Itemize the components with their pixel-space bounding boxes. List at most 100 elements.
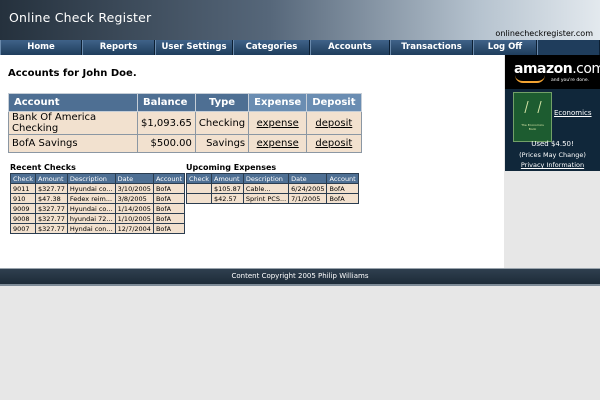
table-row: 9011 $327.77 Hyundai co... 3/10/2005 BofA: [10, 183, 186, 194]
nav-home[interactable]: Home: [0, 40, 82, 55]
col-check: Check: [10, 173, 36, 184]
table-row: $42.57 Sprint PCS... 7/1/2005 BofA: [186, 193, 359, 204]
check-account: BofA: [152, 183, 186, 194]
ad-price: Used $4.50!: [531, 140, 574, 148]
upcoming-expenses-table: Check Amount Description Date Account $1…: [186, 173, 359, 204]
col-amount: Amount: [211, 173, 244, 184]
check-account: BofA: [152, 223, 186, 234]
privacy-link[interactable]: Privacy Information: [505, 161, 600, 169]
amazon-tagline: and you're done.: [551, 78, 590, 83]
check-date: 1/14/2005: [114, 203, 154, 214]
table-row: 9009 $327.77 Hyundai co... 1/14/2005 BofA: [10, 203, 186, 214]
book-cover-icon: [524, 101, 542, 113]
nav-log-off[interactable]: Log Off: [473, 40, 537, 55]
site-title: Online Check Register: [9, 10, 152, 25]
check-description: Hyndai con...: [66, 223, 116, 234]
book-cover-image[interactable]: The Economics Book: [513, 92, 552, 142]
col-expense: Expense: [248, 93, 308, 112]
nav-categories[interactable]: Categories: [233, 40, 310, 55]
expense-link[interactable]: expense: [248, 134, 308, 153]
col-description: Description: [242, 173, 290, 184]
check-date: 3/10/2005: [114, 183, 154, 194]
col-date: Date: [288, 173, 328, 184]
nav-transactions[interactable]: Transactions: [390, 40, 473, 55]
check-date: 12/7/2004: [114, 223, 154, 234]
check-description: Hyundai co...: [66, 203, 116, 214]
site-header: Online Check Register onlinecheckregiste…: [0, 0, 600, 40]
col-account: Account: [152, 173, 186, 184]
check-date: 1/10/2005: [114, 213, 154, 224]
main-content: Accounts for John Doe. Account Balance T…: [0, 55, 504, 268]
account-name: BofA Savings: [8, 134, 138, 153]
check-amount: $105.87: [211, 183, 244, 194]
amazon-smile-icon: [515, 75, 545, 83]
accounts-table: Account Balance Type Expense Deposit Ban…: [8, 93, 362, 153]
check-number: [186, 193, 212, 204]
account-name: Bank Of America Checking: [8, 111, 138, 135]
check-account: BofA: [326, 183, 359, 194]
account-balance: $1,093.65: [137, 111, 196, 135]
col-amount: Amount: [35, 173, 68, 184]
check-amount: $327.77: [35, 203, 68, 214]
check-date: 3/8/2005: [114, 193, 154, 204]
footer: Content Copyright 2005 Philip Williams: [0, 269, 600, 284]
check-description: Fedex reim...: [66, 193, 116, 204]
expense-link[interactable]: expense: [248, 111, 308, 135]
check-account: BofA: [326, 193, 359, 204]
check-number: 9009: [10, 203, 36, 214]
deposit-link[interactable]: deposit: [306, 134, 362, 153]
upcoming-header-row: Check Amount Description Date Account: [186, 173, 359, 184]
check-number: 910: [10, 193, 36, 204]
nav-accounts[interactable]: Accounts: [310, 40, 390, 55]
main-nav: Home Reports User Settings Categories Ac…: [0, 40, 600, 55]
account-type: Savings: [194, 134, 250, 153]
check-description: Sprint PCS...: [242, 193, 290, 204]
check-number: 9008: [10, 213, 36, 224]
book-link[interactable]: Economics: [554, 109, 592, 117]
col-date: Date: [114, 173, 154, 184]
ad-body: The Economics Book Economics Used $4.50!…: [505, 89, 600, 171]
col-description: Description: [66, 173, 116, 184]
check-description: Hyundai co...: [66, 183, 116, 194]
check-number: [186, 183, 212, 194]
col-balance: Balance: [137, 93, 196, 112]
deposit-link[interactable]: deposit: [306, 111, 362, 135]
check-amount: $327.77: [35, 213, 68, 224]
nav-filler: [537, 40, 600, 55]
col-type: Type: [194, 93, 250, 112]
check-account: BofA: [152, 203, 186, 214]
account-balance: $500.00: [137, 134, 196, 153]
table-row: 9007 $327.77 Hyndai con... 12/7/2004 BofA: [10, 223, 186, 234]
col-check: Check: [186, 173, 212, 184]
table-row: 9008 $327.77 hyundai 72... 1/10/2005 BofA: [10, 213, 186, 224]
check-date: 6/24/2005: [288, 183, 328, 194]
check-number: 9007: [10, 223, 36, 234]
check-amount: $327.77: [35, 183, 68, 194]
upcoming-expenses-heading: Upcoming Expenses: [186, 163, 277, 172]
check-amount: $327.77: [35, 223, 68, 234]
check-number: 9011: [10, 183, 36, 194]
amazon-ad: amazon.com and you're done. The Economic…: [505, 55, 600, 171]
table-row: Bank Of America Checking $1,093.65 Check…: [8, 111, 362, 135]
check-amount: $47.38: [35, 193, 68, 204]
table-row: $105.87 Cable... 6/24/2005 BofA: [186, 183, 359, 194]
book-cover-title: The Economics Book: [521, 123, 544, 131]
nav-user-settings[interactable]: User Settings: [155, 40, 233, 55]
recent-checks-heading: Recent Checks: [10, 163, 76, 172]
amazon-logo[interactable]: amazon.com and you're done.: [505, 55, 600, 89]
check-account: BofA: [152, 213, 186, 224]
recent-checks-table: Check Amount Description Date Account 90…: [10, 173, 186, 234]
site-url: onlinecheckregister.com: [495, 29, 593, 38]
ad-price-note: (Prices May Change): [519, 151, 586, 159]
footer-bottom-line: [0, 284, 600, 286]
check-description: Cable...: [242, 183, 290, 194]
page-title: Accounts for John Doe.: [8, 68, 137, 79]
check-description: hyundai 72...: [66, 213, 116, 224]
account-type: Checking: [194, 111, 250, 135]
accounts-header-row: Account Balance Type Expense Deposit: [8, 93, 362, 112]
table-row: 910 $47.38 Fedex reim... 3/8/2005 BofA: [10, 193, 186, 204]
nav-reports[interactable]: Reports: [82, 40, 155, 55]
col-deposit: Deposit: [306, 93, 362, 112]
table-row: BofA Savings $500.00 Savings expense dep…: [8, 134, 362, 153]
check-amount: $42.57: [211, 193, 244, 204]
